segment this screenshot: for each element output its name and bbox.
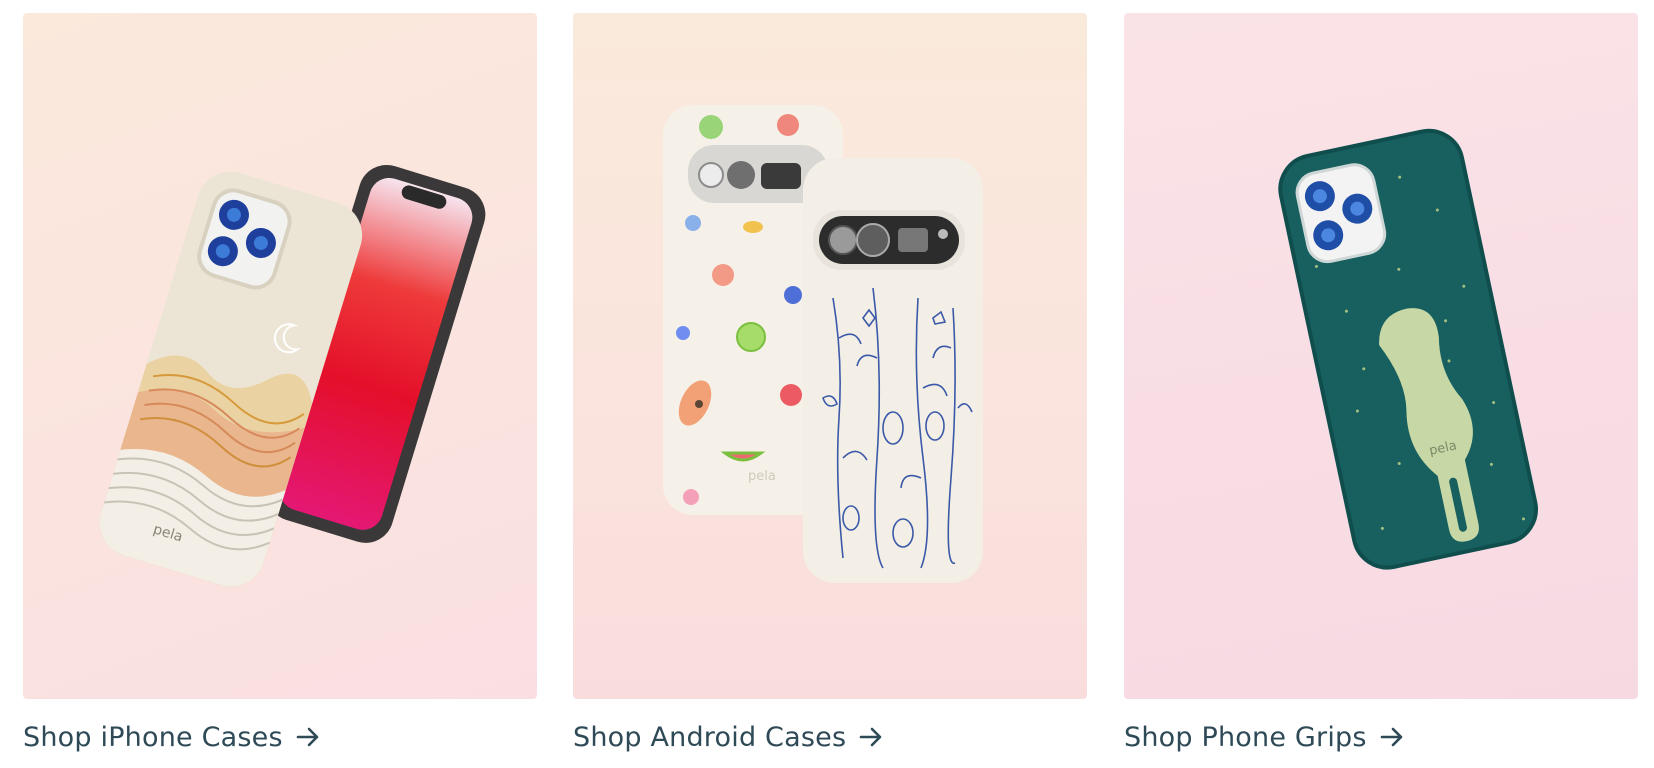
card-label: Shop Phone Grips [1124, 721, 1367, 753]
iphone-cases-image[interactable]: pela [23, 13, 537, 699]
phone-grips-image[interactable]: pela [1124, 13, 1638, 699]
android-cases-image[interactable]: pela [573, 13, 1087, 699]
category-card-grips[interactable]: pela Shop Phone Grips [1124, 13, 1638, 758]
phone-grips-illustration: pela [1278, 128, 1538, 570]
shop-iphone-cases-link[interactable]: Shop iPhone Cases [23, 721, 321, 753]
category-card-iphone[interactable]: pela Shop iPhone Cases [23, 13, 537, 758]
arrow-right-icon [296, 727, 319, 747]
arrow-right-icon [1380, 727, 1402, 747]
shop-phone-grips-link[interactable]: Shop Phone Grips [1124, 721, 1405, 753]
card-label: Shop Android Cases [573, 721, 847, 753]
card-label: Shop iPhone Cases [23, 721, 283, 753]
arrow-right-icon [859, 727, 882, 747]
iphone-cases-illustration: pela [91, 164, 486, 596]
category-grid: pela Shop iPhone Cases pela Shop Android… [0, 0, 1654, 768]
android-cases-illustration: pela [663, 105, 983, 583]
category-card-android[interactable]: pela Shop Android Cases [573, 13, 1087, 758]
brand-mark: pela [748, 469, 776, 484]
shop-android-cases-link[interactable]: Shop Android Cases [573, 721, 884, 753]
